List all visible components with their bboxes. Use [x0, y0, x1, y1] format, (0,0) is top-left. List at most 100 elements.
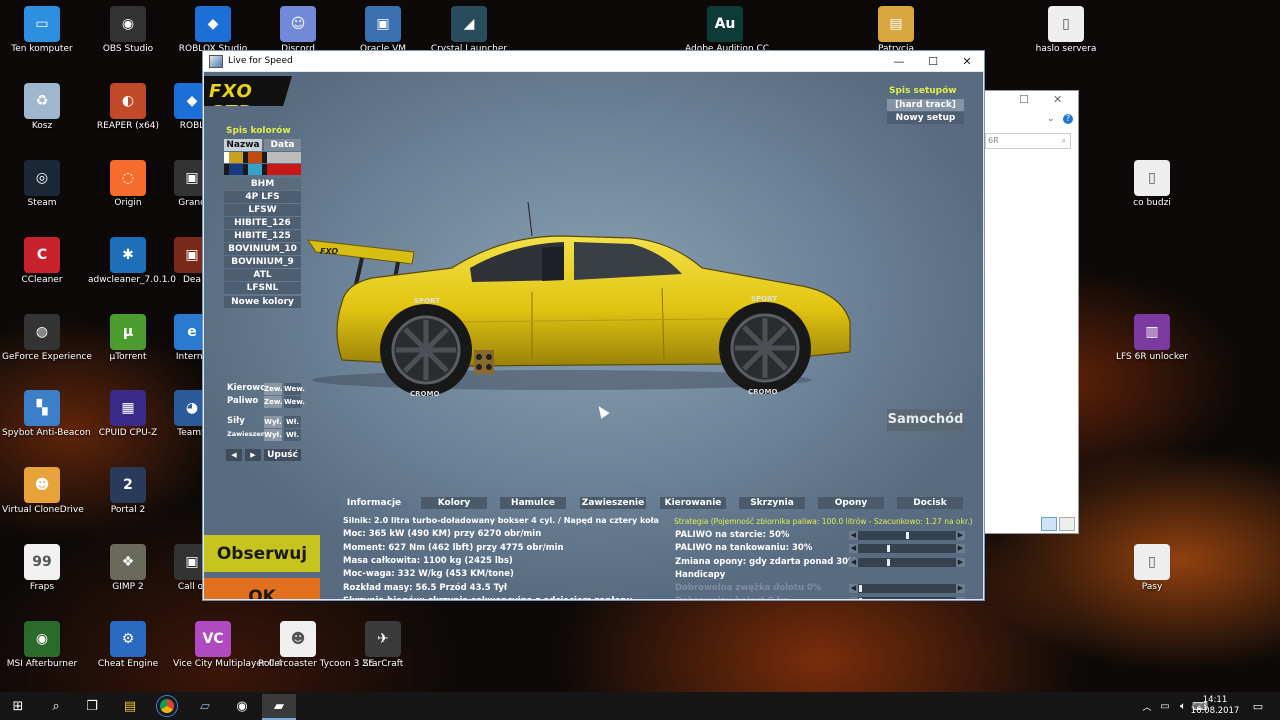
desktop-icon-spybot-anti-beacon[interactable]: ▚ Spybot Anti-Beacon — [2, 388, 91, 454]
color-swatch[interactable] — [248, 164, 262, 175]
tab-kierowanie[interactable]: Kierowanie — [660, 497, 726, 509]
slider-knob[interactable] — [886, 545, 890, 553]
windows-start-icon[interactable]: ⊞ — [8, 696, 28, 716]
tab-docisk[interactable]: Docisk — [897, 497, 963, 509]
tab-informacje[interactable]: Informacje — [341, 497, 407, 509]
desktop-icon-haslo-servera[interactable]: ▯ haslo servera — [1026, 4, 1106, 70]
driver-ext-toggle[interactable]: Zew. — [264, 383, 283, 395]
notepad-icon[interactable]: ▱ — [195, 696, 215, 716]
slider-increase-icon[interactable]: ▶ — [956, 531, 965, 540]
desktop-icon-kosz[interactable]: ♻ Kosz — [2, 81, 82, 147]
skin-item[interactable]: HIBITE_126 — [224, 217, 301, 229]
slider-knob[interactable] — [886, 558, 890, 566]
tab-skrzynia[interactable]: Skrzynia — [739, 497, 805, 509]
desktop-icon-adwcleaner-7-0-1-0[interactable]: ✱ adwcleaner_7.0.1.0 — [88, 235, 176, 301]
driver-int-toggle[interactable]: Wew. — [284, 383, 305, 395]
slider-increase-icon[interactable]: ▶ — [956, 557, 965, 567]
notifications-icon[interactable]: ▭ — [1248, 696, 1268, 716]
desktop-icon-obs-studio[interactable]: ◉ OBS Studio — [88, 4, 168, 70]
live-for-speed-window[interactable]: Live for Speed — ☐ ✕ FXO GTR Spis setupó… — [202, 50, 985, 601]
next-arrow-button[interactable]: ▶ — [245, 449, 261, 461]
tab-kolory[interactable]: Kolory — [421, 497, 487, 509]
desktop-icon-lfs-6r-unlocker[interactable]: ▥ LFS 6R unlocker — [1112, 312, 1192, 378]
color-swatch[interactable] — [229, 152, 243, 163]
fuel-int-toggle[interactable]: Wew. — [284, 396, 305, 408]
desktop-icon-cpuid-cpu-z[interactable]: ▦ CPUID CPU-Z — [88, 388, 168, 454]
tab-zawieszenie[interactable]: Zawieszenie — [580, 497, 646, 509]
obs-taskbar-icon[interactable]: ◉ — [232, 696, 252, 716]
details-view-icon[interactable] — [1041, 517, 1057, 531]
clock[interactable]: 14:11 16.08.2017 — [1190, 695, 1240, 717]
skin-item[interactable]: LFSNL — [224, 282, 301, 294]
slider-decrease-icon[interactable]: ◀ — [849, 557, 858, 567]
window-titlebar[interactable]: Live for Speed — ☐ ✕ — [203, 51, 984, 71]
desktop-icon-gimp-2[interactable]: ❖ GIMP 2 — [88, 542, 168, 608]
color-swatch[interactable] — [248, 152, 262, 163]
desktop-icon-rollercoaster-tycoon-3-ze[interactable]: ☻ Rollercoaster Tycoon 3 ZE — [258, 619, 374, 685]
slider-knob[interactable] — [905, 532, 909, 539]
observe-button[interactable]: Obserwuj — [204, 535, 320, 572]
desktop-icon-co-budzi[interactable]: ▯ co budzi — [1112, 158, 1192, 224]
drop-button[interactable]: Upuść — [264, 449, 301, 461]
skin-item[interactable]: 4P LFS — [224, 191, 301, 203]
slider-decrease-icon[interactable]: ◀ — [849, 584, 858, 593]
explorer-chevron-icon[interactable]: ⌄ — [1047, 114, 1055, 124]
minimize-button[interactable]: — — [882, 55, 916, 68]
desktop-icon-cheat-engine[interactable]: ⚙ Cheat Engine — [88, 619, 168, 685]
desktop-icon-virtual-clonedrive[interactable]: ☻ Virtual CloneDrive — [2, 465, 84, 531]
setting-slider[interactable]: ◀▶ — [849, 584, 965, 593]
fuel-ext-toggle[interactable]: Zew. — [264, 396, 283, 408]
setup-hard-track[interactable]: [hard track] — [887, 99, 964, 111]
search-icon[interactable]: ⌕ — [46, 696, 66, 716]
setting-slider[interactable]: ◀▶ — [849, 531, 965, 540]
forces-on-toggle[interactable]: Wł. — [284, 416, 301, 428]
desktop-icon-steam[interactable]: ◎ Steam — [2, 158, 82, 224]
large-icons-view-icon[interactable] — [1059, 517, 1075, 531]
explorer-maximize-icon[interactable]: ☐ — [1019, 93, 1029, 106]
skin-item[interactable]: BOVINIUM_10 — [224, 243, 301, 255]
car-button[interactable]: Samochód — [887, 409, 964, 431]
desktop-icon-geforce-experience[interactable]: ◍ GeForce Experience — [2, 312, 92, 378]
skin-item[interactable]: LFSW — [224, 204, 301, 216]
setting-slider[interactable]: ◀▶ — [849, 557, 965, 567]
desktop-icon-msi-afterburner[interactable]: ◉ MSI Afterburner — [2, 619, 82, 685]
slider-increase-icon[interactable]: ▶ — [956, 544, 965, 554]
suspension-off-toggle[interactable]: Wył. — [264, 429, 282, 441]
desktop-icon-origin[interactable]: ◌ Origin — [88, 158, 168, 224]
new-colors-button[interactable]: Nowe kolory — [224, 296, 301, 308]
tab-hamulce[interactable]: Hamulce — [500, 497, 566, 509]
new-setup-button[interactable]: Nowy setup — [887, 112, 964, 124]
desktop-icon-torrent[interactable]: µ µTorrent — [88, 312, 168, 378]
sort-by-date[interactable]: Data — [264, 139, 301, 151]
color-swatch[interactable] — [267, 152, 301, 163]
search-icon[interactable]: ⌕ — [1062, 134, 1066, 148]
slider-knob[interactable] — [859, 585, 862, 592]
chrome-icon[interactable] — [157, 696, 177, 716]
file-explorer-icon[interactable]: ▤ — [120, 696, 140, 716]
skin-item[interactable]: BHM — [224, 178, 301, 190]
slider-decrease-icon[interactable]: ◀ — [849, 531, 858, 540]
ok-button[interactable]: OK — [204, 578, 320, 599]
desktop-icon-ten-komputer[interactable]: ▭ Ten komputer — [2, 4, 82, 70]
maximize-button[interactable]: ☐ — [916, 55, 950, 68]
setting-slider[interactable]: ◀▶ — [849, 544, 965, 554]
desktop-icon-reaper-x64[interactable]: ◐ REAPER (x64) — [88, 81, 168, 147]
close-button[interactable]: ✕ — [950, 55, 984, 68]
show-hidden-icons-icon[interactable]: ︿ — [1137, 696, 1157, 716]
color-swatch[interactable] — [267, 164, 301, 175]
explorer-window-background[interactable]: ☐ ✕ ⌄ ? 6R ⌕ — [984, 90, 1079, 534]
forces-off-toggle[interactable]: Wył. — [264, 416, 282, 428]
slider-decrease-icon[interactable]: ◀ — [849, 597, 858, 599]
prev-arrow-button[interactable]: ◀ — [226, 449, 242, 461]
desktop-icon-fraps[interactable]: 99 Fraps — [2, 542, 82, 608]
slider-decrease-icon[interactable]: ◀ — [849, 544, 858, 554]
help-icon[interactable]: ? — [1063, 114, 1073, 124]
skin-item[interactable]: BOVINIUM_9 — [224, 256, 301, 268]
skin-item[interactable]: ATL — [224, 269, 301, 281]
skin-item[interactable]: HIBITE_125 — [224, 230, 301, 242]
network-icon[interactable]: ▭ — [1155, 696, 1175, 716]
slider-increase-icon[interactable]: ▶ — [956, 597, 965, 599]
slider-knob[interactable] — [859, 598, 862, 599]
desktop-icon-pasy[interactable]: ▯ Pasy — [1112, 542, 1192, 608]
explorer-search-box[interactable]: 6R ⌕ — [985, 133, 1071, 149]
